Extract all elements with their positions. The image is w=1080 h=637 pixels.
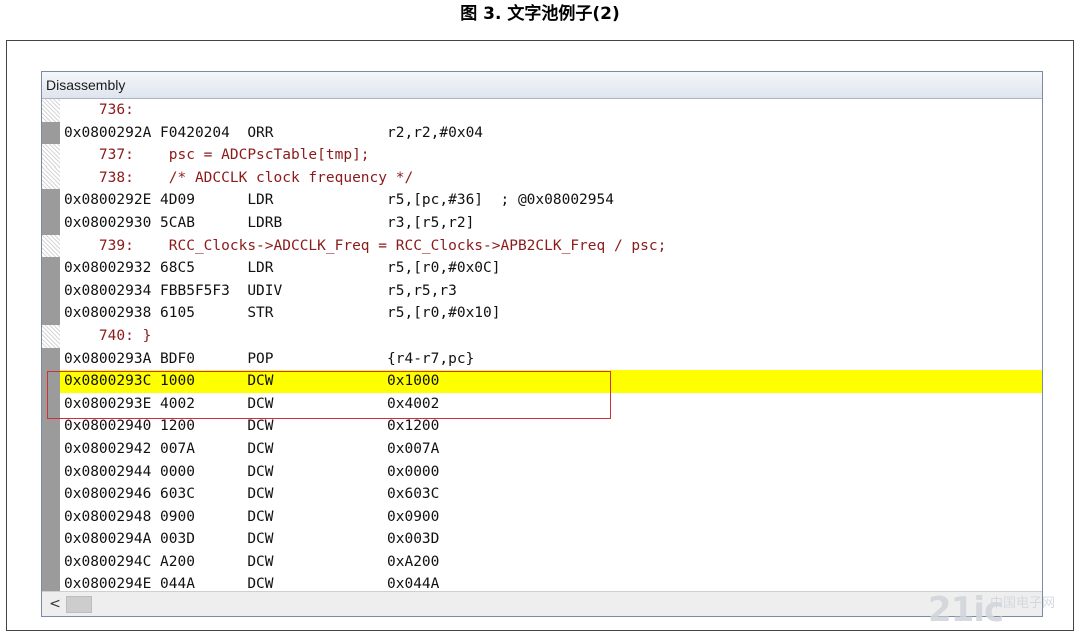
asm-line[interactable]: 0x08002948 0900 DCW 0x0900 [42, 505, 1042, 529]
asm-line[interactable]: 0x0800294E 044A DCW 0x044A [42, 573, 1042, 592]
line-gutter[interactable] [42, 460, 60, 484]
line-gutter[interactable] [42, 415, 60, 438]
disassembly-window: Disassembly 736: 0x0800292A F0420204 ORR … [41, 71, 1043, 617]
line-text: 0x08002938 6105 STR r5,[r0,#0x10] [64, 305, 501, 322]
line-gutter[interactable] [42, 573, 60, 592]
line-text: 0x08002934 FBB5F5F3 UDIV r5,r5,r3 [64, 282, 457, 299]
line-text: 0x08002932 68C5 LDR r5,[r0,#0x0C] [64, 260, 501, 277]
line-text: 0x0800292E 4D09 LDR r5,[pc,#36] ; @0x080… [64, 192, 614, 209]
line-text: 0x0800293A BDF0 POP {r4-r7,pc} [64, 350, 475, 367]
source-line[interactable]: 739: RCC_Clocks->ADCCLK_Freq = RCC_Clock… [42, 234, 1042, 258]
horizontal-scrollbar[interactable]: < [42, 591, 1042, 616]
line-text: 0x08002944 0000 DCW 0x0000 [64, 463, 440, 480]
asm-line[interactable]: 0x08002938 6105 STR r5,[r0,#0x10] [42, 302, 1042, 325]
line-text: 0x0800294A 003D DCW 0x003D [64, 531, 440, 548]
line-text: 737: psc = ADCPscTable[tmp]; [64, 147, 370, 164]
line-gutter[interactable] [42, 99, 60, 122]
line-gutter[interactable] [42, 347, 60, 371]
asm-line[interactable]: 0x08002940 1200 DCW 0x1200 [42, 415, 1042, 438]
watermark-logo: 21ic 中国电子网 [928, 588, 1074, 632]
line-text: 740: } [64, 327, 152, 344]
line-gutter[interactable] [42, 483, 60, 506]
line-text: 0x0800292A F0420204 ORR r2,r2,#0x04 [64, 124, 484, 141]
line-gutter[interactable] [42, 144, 60, 167]
line-text: 736: [64, 102, 134, 118]
asm-line[interactable]: 0x0800293E 4002 DCW 0x4002 [42, 392, 1042, 416]
asm-line[interactable]: 0x08002946 603C DCW 0x603C [42, 483, 1042, 506]
line-text: 0x0800294E 044A DCW 0x044A [64, 576, 440, 592]
line-gutter[interactable] [42, 234, 60, 258]
asm-line[interactable]: 0x0800292A F0420204 ORR r2,r2,#0x04 [42, 121, 1042, 145]
line-text: 0x08002942 007A DCW 0x007A [64, 440, 440, 457]
scrollbar-thumb[interactable] [66, 596, 92, 613]
line-gutter[interactable] [42, 211, 60, 235]
line-gutter[interactable] [42, 189, 60, 212]
line-gutter[interactable] [42, 302, 60, 325]
asm-line[interactable]: 0x0800293C 1000 DCW 0x1000 [42, 370, 1042, 393]
asm-line[interactable]: 0x08002934 FBB5F5F3 UDIV r5,r5,r3 [42, 279, 1042, 303]
line-text: 0x0800294C A200 DCW 0xA200 [64, 553, 440, 570]
line-text: 0x08002940 1200 DCW 0x1200 [64, 418, 440, 435]
line-text: 0x08002946 603C DCW 0x603C [64, 486, 440, 503]
line-gutter[interactable] [42, 257, 60, 280]
line-text: 0x0800293E 4002 DCW 0x4002 [64, 395, 440, 412]
line-text: 0x0800293C 1000 DCW 0x1000 [64, 373, 440, 390]
source-line[interactable]: 740: } [42, 324, 1042, 348]
line-gutter[interactable] [42, 121, 60, 145]
line-gutter[interactable] [42, 437, 60, 461]
watermark-site-text: 中国电子网 [990, 596, 1056, 611]
window-title: Disassembly [42, 72, 1042, 99]
line-gutter[interactable] [42, 279, 60, 303]
asm-line[interactable]: 0x0800293A BDF0 POP {r4-r7,pc} [42, 347, 1042, 371]
figure-caption: 图 3. 文字池例子(2) [460, 4, 620, 24]
line-text: 0x08002948 0900 DCW 0x0900 [64, 508, 440, 525]
line-gutter[interactable] [42, 166, 60, 190]
asm-line[interactable]: 0x08002944 0000 DCW 0x0000 [42, 460, 1042, 484]
asm-line[interactable]: 0x0800294A 003D DCW 0x003D [42, 528, 1042, 551]
line-text: 738: /* ADCCLK clock frequency */ [64, 169, 414, 186]
asm-line[interactable]: 0x08002930 5CAB LDRB r3,[r5,r2] [42, 211, 1042, 235]
scroll-left-icon[interactable]: < [46, 592, 64, 616]
source-line[interactable]: 737: psc = ADCPscTable[tmp]; [42, 144, 1042, 167]
line-gutter[interactable] [42, 528, 60, 551]
line-text: 0x08002930 5CAB LDRB r3,[r5,r2] [64, 214, 475, 231]
source-line[interactable]: 736: [42, 99, 1042, 122]
disassembly-listing[interactable]: 736: 0x0800292A F0420204 ORR r2,r2,#0x04 … [42, 99, 1042, 592]
source-line[interactable]: 738: /* ADCCLK clock frequency */ [42, 166, 1042, 190]
asm-line[interactable]: 0x08002942 007A DCW 0x007A [42, 437, 1042, 461]
line-gutter[interactable] [42, 392, 60, 416]
line-text: 739: RCC_Clocks->ADCCLK_Freq = RCC_Clock… [64, 237, 667, 254]
asm-line[interactable]: 0x0800292E 4D09 LDR r5,[pc,#36] ; @0x080… [42, 189, 1042, 212]
asm-line[interactable]: 0x0800294C A200 DCW 0xA200 [42, 550, 1042, 574]
line-gutter[interactable] [42, 370, 60, 393]
line-gutter[interactable] [42, 550, 60, 574]
asm-line[interactable]: 0x08002932 68C5 LDR r5,[r0,#0x0C] [42, 257, 1042, 280]
line-gutter[interactable] [42, 324, 60, 348]
line-gutter[interactable] [42, 505, 60, 529]
